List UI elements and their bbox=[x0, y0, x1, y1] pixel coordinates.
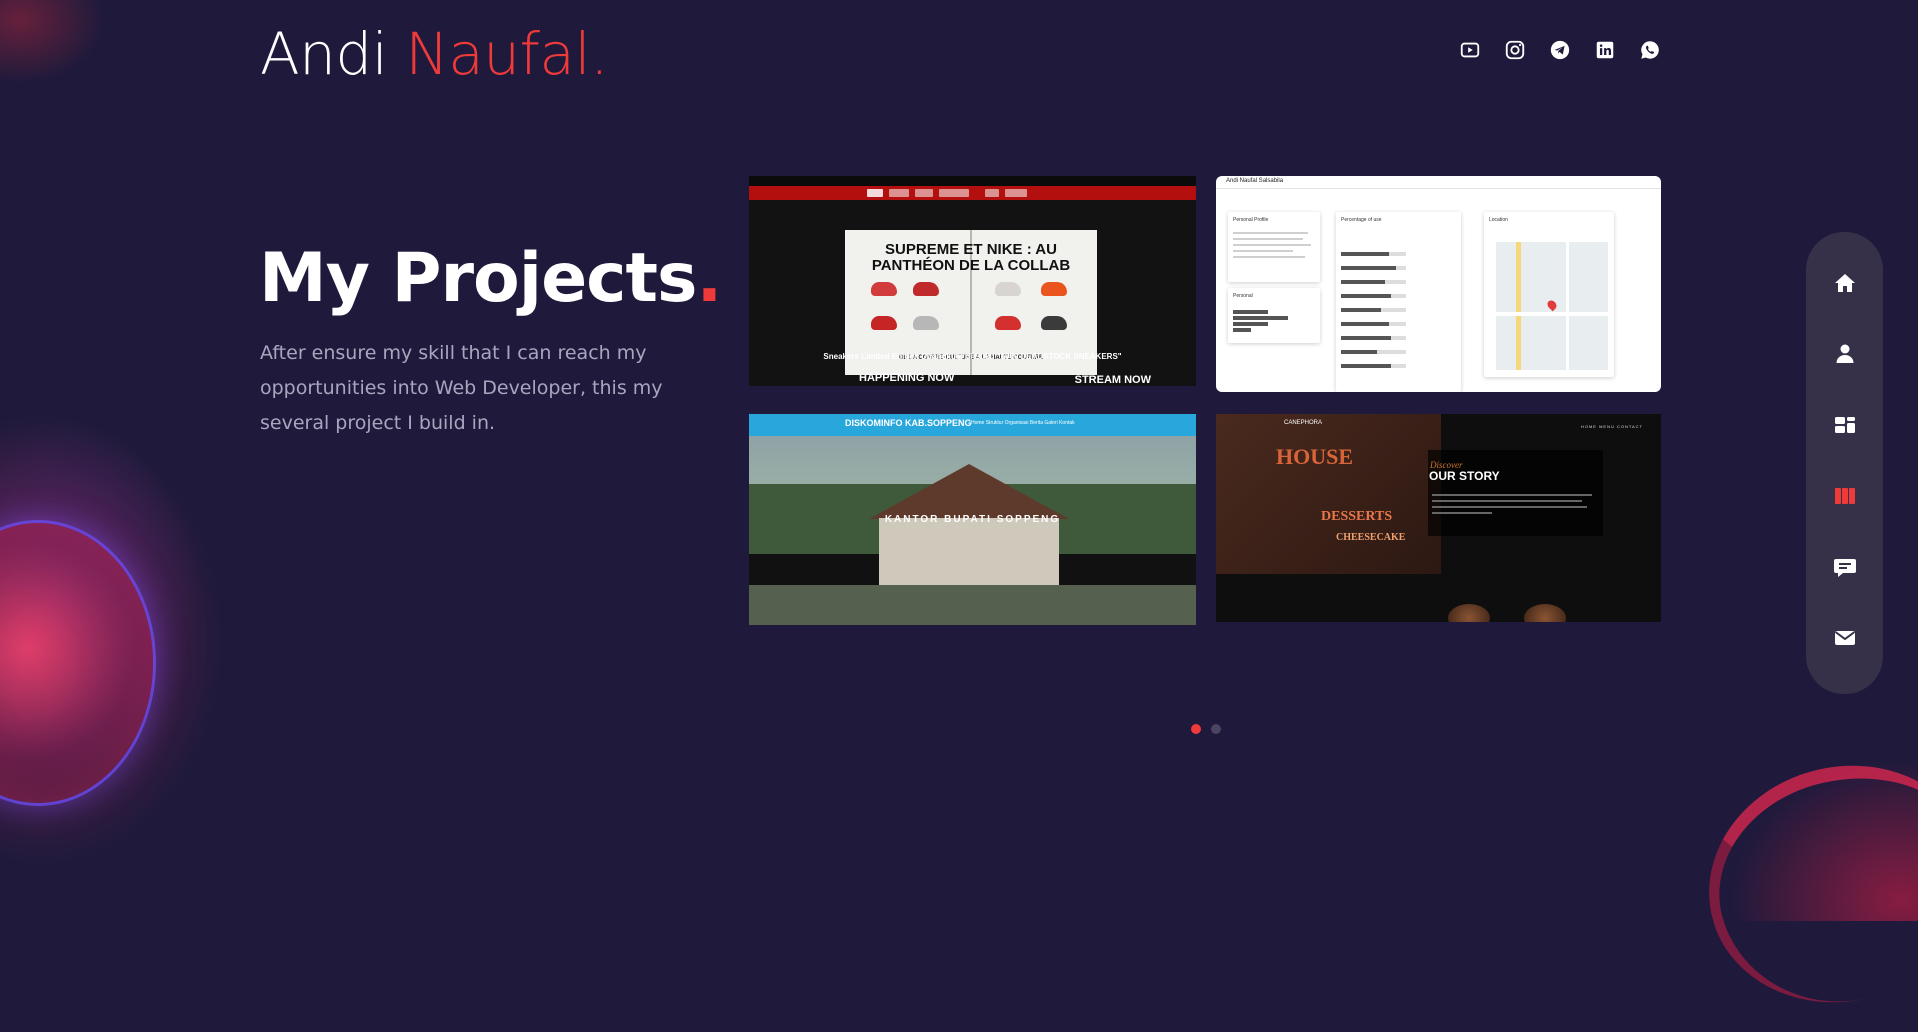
shoe-image bbox=[871, 282, 897, 296]
telegram-icon[interactable] bbox=[1548, 38, 1572, 62]
shoe-image bbox=[913, 316, 939, 330]
building-roof bbox=[869, 464, 1069, 519]
section-description: After ensure my skill that I can reach m… bbox=[260, 342, 663, 434]
app-header: Andi Naufal Salsabila bbox=[1216, 176, 1661, 189]
brand-logo[interactable]: Andi Naufal. bbox=[260, 20, 609, 88]
instagram-icon[interactable] bbox=[1503, 38, 1527, 62]
site-topbar bbox=[749, 176, 1196, 186]
site-menu: Home Struktur Organisasi Berita Galeri K… bbox=[971, 420, 1075, 426]
map-pin-icon bbox=[1545, 298, 1559, 312]
nav-item bbox=[867, 189, 883, 197]
youtube-icon[interactable] bbox=[1458, 38, 1482, 62]
site-header: DISKOMINFO KAB.SOPPENG Home Struktur Org… bbox=[749, 414, 1196, 436]
shoe-image bbox=[995, 316, 1021, 330]
shoe-image bbox=[995, 282, 1021, 296]
shoe-image bbox=[871, 316, 897, 330]
app-user-name: Andi Naufal Salsabila bbox=[1226, 178, 1284, 184]
nav-item bbox=[939, 189, 969, 197]
brain-decoration bbox=[0, 520, 156, 806]
swoosh-decoration bbox=[1682, 736, 1918, 1032]
story-heading: OUR STORY bbox=[1429, 469, 1500, 483]
coffee-cup-image bbox=[1524, 604, 1566, 622]
panel-percentage: Percentage of use bbox=[1336, 212, 1461, 392]
carousel-pagination bbox=[1191, 724, 1221, 734]
dashboard-icon[interactable] bbox=[1832, 412, 1858, 438]
location-map[interactable] bbox=[1496, 242, 1608, 370]
project-card-sneakers[interactable]: SUPREME ET NIKE : AU PANTHÉON DE LA COLL… bbox=[749, 176, 1196, 386]
nav-item bbox=[1005, 189, 1027, 197]
coffee-cup-image bbox=[1448, 604, 1490, 622]
brand-first: Andi bbox=[260, 20, 406, 88]
hero-title: KANTOR BUPATI SOPPENG bbox=[884, 514, 1061, 525]
shoe-image bbox=[913, 282, 939, 296]
chat-icon[interactable] bbox=[1832, 554, 1858, 580]
projects-icon[interactable] bbox=[1832, 483, 1858, 509]
project-card-diskominfo[interactable]: DISKOMINFO KAB.SOPPENG Home Struktur Org… bbox=[749, 414, 1196, 625]
page-title-text: My Projects bbox=[259, 239, 697, 318]
building-image bbox=[879, 518, 1059, 588]
nav-item bbox=[889, 189, 909, 197]
side-navigation bbox=[1806, 232, 1883, 694]
nav-item bbox=[985, 189, 999, 197]
user-icon[interactable] bbox=[1832, 341, 1858, 367]
happening-now-link[interactable]: HAPPENING NOW bbox=[859, 372, 954, 384]
carousel-dot[interactable] bbox=[1211, 724, 1221, 734]
site-logo: DISKOMINFO KAB.SOPPENG bbox=[845, 418, 972, 428]
panel-profile: Personal Profile bbox=[1228, 212, 1320, 282]
page-title-dot: . bbox=[696, 239, 722, 318]
cafe-logo: CANEPHORA bbox=[1284, 420, 1323, 426]
panel-location: Location bbox=[1484, 212, 1614, 377]
page-title: My Projects. bbox=[259, 238, 722, 320]
project-card-dashboard[interactable]: Andi Naufal Salsabila Personal Profile P… bbox=[1216, 176, 1661, 392]
shoe-image bbox=[1041, 316, 1067, 330]
home-icon[interactable] bbox=[1832, 270, 1858, 296]
cafe-nav: HOME MENU CONTACT bbox=[1580, 424, 1643, 429]
brand-last: Naufal. bbox=[405, 20, 609, 88]
stream-now-link[interactable]: STREAM NOW bbox=[1075, 374, 1151, 386]
nav-item bbox=[915, 189, 933, 197]
book-headline: SUPREME ET NIKE : AU PANTHÉON DE LA COLL… bbox=[871, 241, 1071, 274]
site-navbar bbox=[749, 186, 1196, 200]
chalkboard-image: HOUSE DESSERTS CHEESECAKE bbox=[1216, 414, 1441, 574]
carousel-dot[interactable] bbox=[1191, 724, 1201, 734]
hero-subtitle: Sneakers Limited Edition Dirangkum di Bu… bbox=[823, 352, 1122, 361]
shoe-image bbox=[1041, 282, 1067, 296]
site-body: SUPREME ET NIKE : AU PANTHÉON DE LA COLL… bbox=[749, 200, 1196, 386]
panel-personal: Personal bbox=[1228, 288, 1320, 343]
mail-icon[interactable] bbox=[1832, 625, 1858, 651]
social-links bbox=[1458, 38, 1662, 62]
project-card-canephora[interactable]: HOUSE DESSERTS CHEESECAKE CANEPHORA HOME… bbox=[1216, 414, 1661, 622]
linkedin-icon[interactable] bbox=[1593, 38, 1617, 62]
whatsapp-icon[interactable] bbox=[1638, 38, 1662, 62]
